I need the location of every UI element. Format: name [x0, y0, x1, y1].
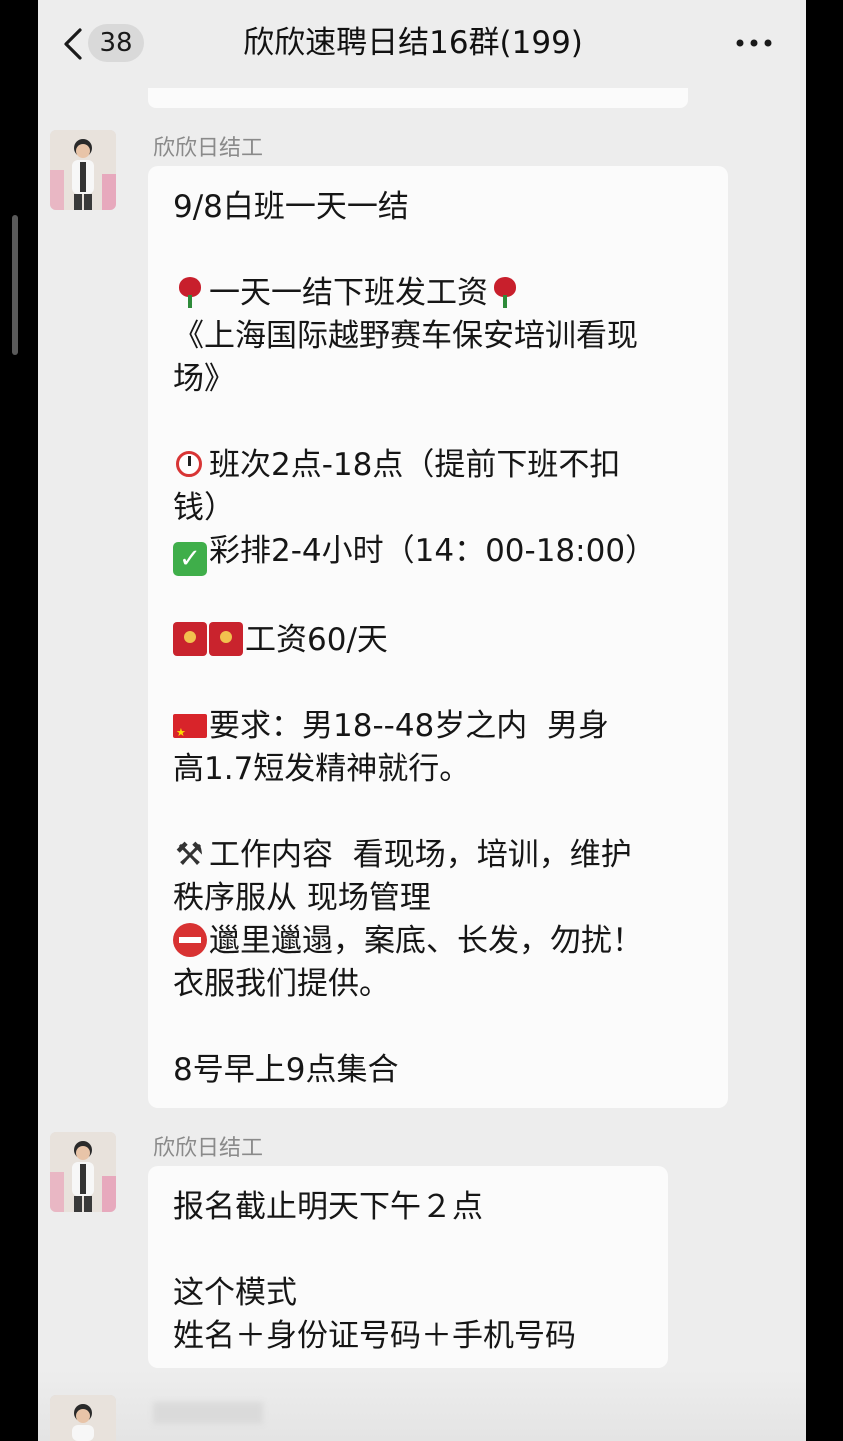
message-line: 姓名＋身份证号码＋手机号码	[173, 1318, 576, 1354]
chat-navbar: 38 欣欣速聘日结16群(199)	[38, 0, 806, 88]
more-dots-icon	[736, 39, 772, 47]
avatar[interactable]	[50, 130, 116, 210]
message-line: 要求：男18--48岁之内 男身	[173, 705, 704, 754]
avatar[interactable]	[50, 1132, 116, 1212]
message-bubble[interactable]: 报名截止明天下午２点 这个模式 姓名＋身份证号码＋手机号码	[148, 1166, 668, 1368]
message-line: 衣服我们提供。	[173, 966, 390, 1002]
sender-name-blurred	[153, 1402, 263, 1424]
message-line: 高1.7短发精神就行。	[173, 751, 471, 787]
message-line: 8号早上9点集合	[173, 1052, 399, 1088]
message-line: ✓ 彩排2-4小时（14：00-18:00）	[173, 530, 704, 576]
chat-screen: 38 欣欣速聘日结16群(199) 欣欣日结工 9/8白班一天一结 一天一结下班…	[38, 0, 806, 1441]
previous-message-bubble	[148, 88, 688, 108]
message-line: 工作内容 看现场，培训，维护	[173, 833, 704, 877]
rose-icon	[173, 275, 207, 309]
rose-icon	[488, 275, 522, 309]
message-line: 报名截止明天下午２点	[173, 1189, 483, 1225]
sender-name: 欣欣日结工	[153, 136, 264, 161]
message-line: 《上海国际越野赛车保安培训看现	[173, 318, 638, 354]
message-bubble[interactable]: 9/8白班一天一结 一天一结下班发工资 《上海国际越野赛车保安培训看现 场》 班…	[148, 166, 728, 1108]
more-options-button[interactable]	[734, 28, 774, 58]
message-line: 一天一结下班发工资	[173, 272, 704, 315]
alarm-clock-icon	[173, 447, 207, 481]
no-entry-icon	[173, 923, 207, 957]
message-line: 场》	[173, 361, 235, 397]
person-avatar-icon	[50, 1132, 116, 1212]
edge-scroll-indicator	[12, 215, 18, 355]
message-line: 秩序服从 现场管理	[173, 880, 431, 916]
chat-title: 欣欣速聘日结16群(199)	[243, 25, 583, 61]
person-avatar-icon	[50, 1395, 116, 1441]
message-line: 邋里邋遢，案底、长发，勿扰！	[173, 920, 704, 963]
china-flag-icon	[173, 711, 207, 754]
check-mark-icon: ✓	[173, 542, 207, 576]
unread-count-badge[interactable]: 38	[88, 24, 144, 62]
message-line: 工资60/天	[173, 619, 704, 662]
red-envelope-icon	[209, 622, 243, 656]
message-line: 班次2点-18点（提前下班不扣	[173, 444, 704, 487]
red-envelope-icon	[173, 622, 207, 656]
avatar[interactable]	[50, 1395, 116, 1441]
message-line: 钱）	[173, 490, 235, 526]
message-line: 9/8白班一天一结	[173, 189, 409, 225]
message-line: 这个模式	[173, 1275, 297, 1311]
sender-name: 欣欣日结工	[153, 1136, 264, 1161]
person-avatar-icon	[50, 130, 116, 210]
hammer-pick-icon	[173, 833, 207, 876]
